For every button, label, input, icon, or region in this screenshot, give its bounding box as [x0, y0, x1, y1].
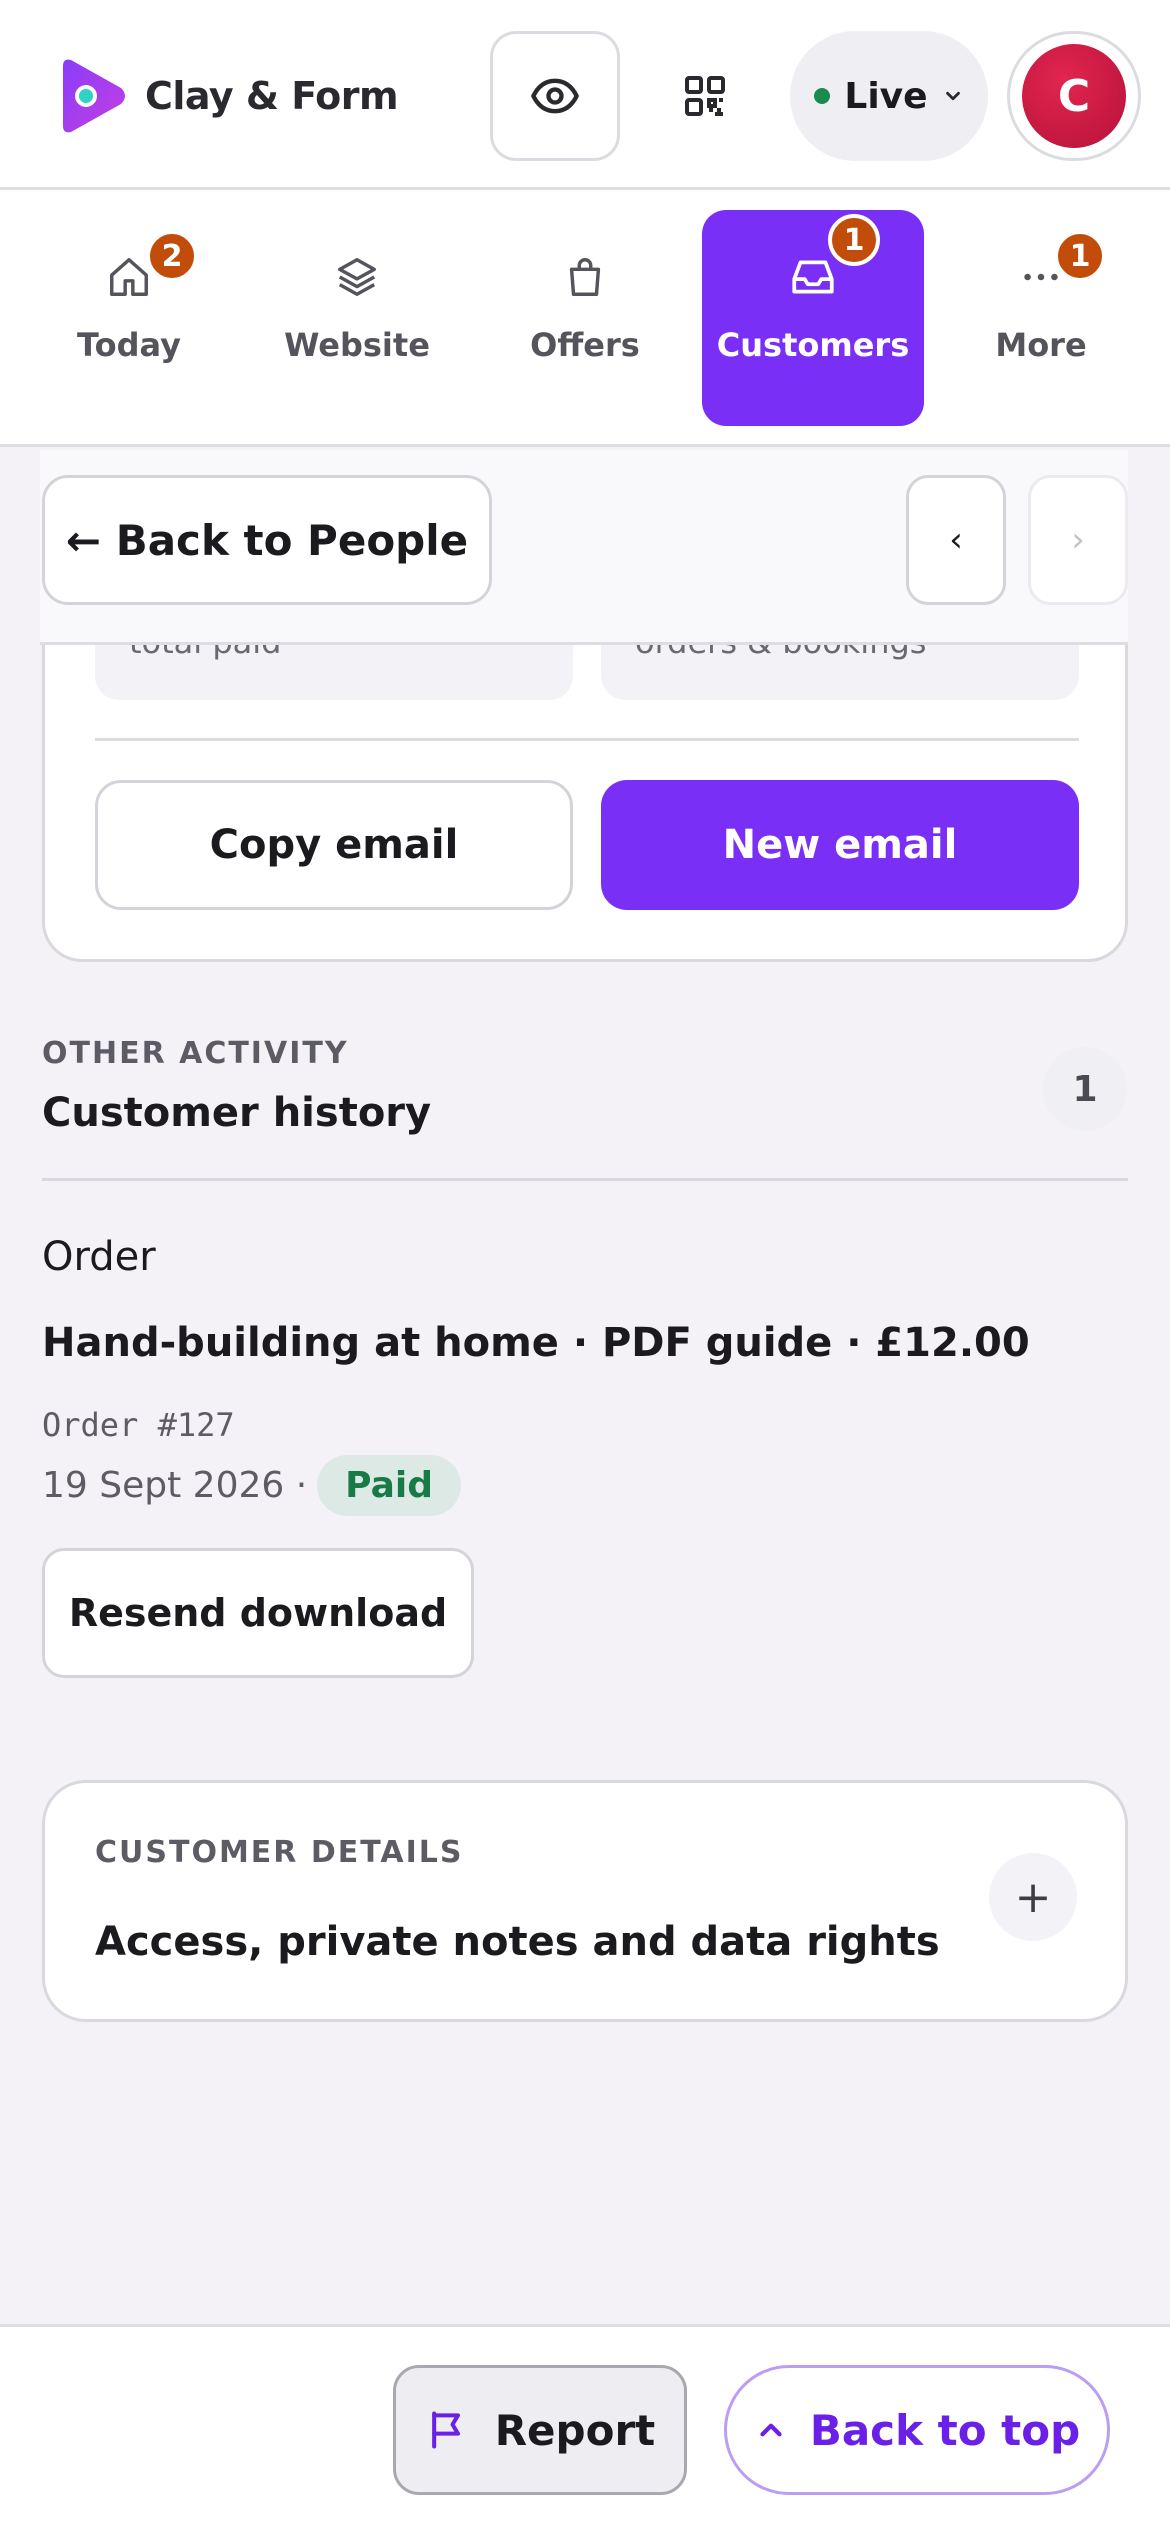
notification-badge: 1: [828, 214, 880, 266]
brand-logo-icon: [63, 59, 125, 133]
tab-customers[interactable]: Customers 1: [702, 210, 924, 426]
resend-download-button[interactable]: Resend download: [42, 1548, 474, 1678]
order-title: Hand-building at home · PDF guide · £12.…: [42, 1320, 1030, 1366]
notification-badge: 2: [146, 230, 198, 282]
details-eyebrow: CUSTOMER DETAILS: [95, 1835, 464, 1870]
top-header: Clay & Form Live C: [0, 0, 1170, 190]
back-to-people-button[interactable]: ← Back to People: [42, 475, 492, 605]
qr-code-button[interactable]: [640, 31, 770, 161]
status-badge: Paid: [317, 1455, 461, 1516]
copy-email-button[interactable]: Copy email: [95, 780, 573, 910]
history-title: Customer history: [42, 1090, 432, 1136]
live-status-dot: [814, 88, 831, 104]
tab-website[interactable]: Website: [246, 210, 468, 426]
tab-label: Offers: [530, 326, 640, 364]
report-label: Report: [494, 2405, 656, 2455]
customer-summary-card: total paid orders & bookings Copy email …: [42, 600, 1128, 962]
notification-badge: 1: [1054, 230, 1106, 282]
layers-icon: [332, 252, 382, 302]
chevron-right-icon: ›: [1071, 520, 1085, 560]
stat-total-paid: total paid: [95, 640, 573, 700]
customer-details-card[interactable]: CUSTOMER DETAILS Access, private notes a…: [42, 1780, 1128, 2022]
tab-offers[interactable]: Offers: [474, 210, 696, 426]
main-nav: Today 2 Website Offers Customers 1 More …: [0, 190, 1170, 447]
brand[interactable]: Clay & Form: [55, 56, 399, 136]
avatar: C: [1022, 44, 1126, 148]
divider: [42, 1178, 1128, 1181]
plus-icon: +: [1014, 1871, 1052, 1923]
expand-details-button[interactable]: +: [989, 1853, 1077, 1941]
flag-icon: [431, 2411, 460, 2449]
next-record-button[interactable]: ›: [1028, 475, 1128, 605]
report-button[interactable]: Report: [393, 2365, 687, 2495]
stat-orders-bookings: orders & bookings: [601, 640, 1079, 700]
record-toolbar: ← Back to People ‹ ›: [40, 450, 1128, 645]
tab-more[interactable]: More 1: [930, 210, 1152, 426]
history-count-badge: 1: [1043, 1047, 1127, 1131]
brand-name: Clay & Form: [145, 74, 399, 118]
bottom-action-bar: Report Back to top: [0, 2324, 1170, 2532]
live-status-label: Live: [844, 75, 928, 117]
tab-label: Today: [77, 326, 181, 364]
account-avatar-button[interactable]: C: [1007, 31, 1141, 161]
qr-code-icon: [685, 76, 725, 116]
history-eyebrow: OTHER ACTIVITY: [42, 1036, 349, 1071]
order-meta: 19 Sept 2026 · Paid: [42, 1455, 461, 1516]
back-to-top-label: Back to top: [809, 2405, 1081, 2455]
order-number: Order #127: [42, 1406, 235, 1444]
divider: [95, 738, 1079, 741]
previous-record-button[interactable]: ‹: [906, 475, 1006, 605]
live-status-dropdown[interactable]: Live: [790, 31, 988, 161]
chevron-left-icon: ‹: [949, 520, 963, 560]
tab-today[interactable]: Today 2: [18, 210, 240, 426]
back-to-top-button[interactable]: Back to top: [724, 2365, 1110, 2495]
shopping-bag-icon: [560, 252, 610, 302]
chevron-down-icon: [945, 91, 960, 101]
order-date: 19 Sept 2026 ·: [42, 1465, 308, 1506]
preview-button[interactable]: [490, 31, 620, 161]
new-email-button[interactable]: New email: [601, 780, 1079, 910]
tab-label: Website: [284, 326, 430, 364]
eye-icon: [531, 78, 579, 114]
tab-label: Customers: [716, 326, 910, 364]
details-title: Access, private notes and data rights: [95, 1919, 940, 1965]
chevron-up-icon: [760, 2423, 782, 2437]
order-type: Order: [42, 1234, 156, 1280]
inbox-icon: [788, 252, 838, 302]
tab-label: More: [995, 326, 1087, 364]
